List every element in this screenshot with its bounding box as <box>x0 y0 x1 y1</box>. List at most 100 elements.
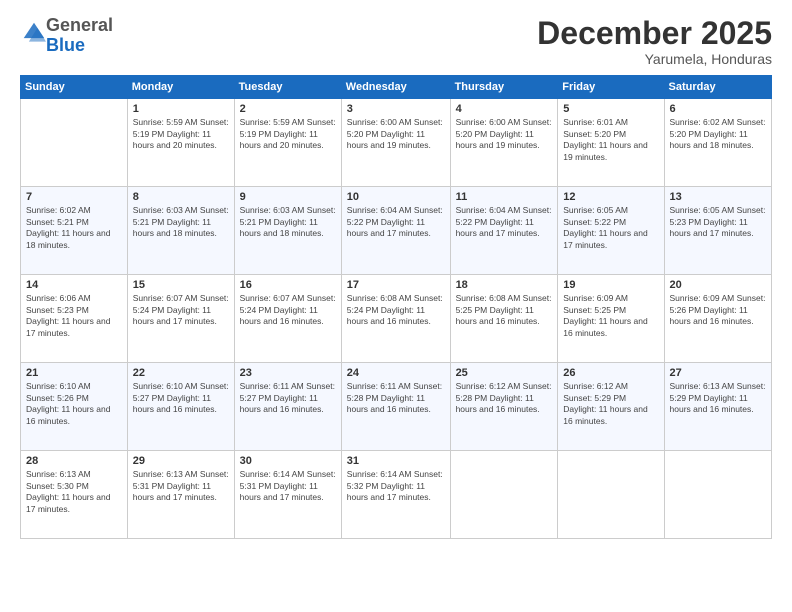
week-row-5: 28 Sunrise: 6:13 AM Sunset: 5:30 PM Dayli… <box>21 451 772 539</box>
day-number: 28 <box>26 455 122 467</box>
day-cell: 15 Sunrise: 6:07 AM Sunset: 5:24 PM Dayli… <box>127 275 234 363</box>
day-number: 29 <box>133 455 229 467</box>
weekday-header-wednesday: Wednesday <box>341 76 450 99</box>
week-row-2: 7 Sunrise: 6:02 AM Sunset: 5:21 PM Daylig… <box>21 187 772 275</box>
day-cell: 6Sunrise: 6:02 AM Sunset: 5:20 PM Daylig… <box>664 99 771 187</box>
day-cell: 12Sunrise: 6:05 AM Sunset: 5:22 PM Dayli… <box>558 187 664 275</box>
day-number: 30 <box>240 455 336 467</box>
day-cell: 30 Sunrise: 6:14 AM Sunset: 5:31 PM Dayli… <box>234 451 341 539</box>
day-cell: 1Sunrise: 5:59 AM Sunset: 5:19 PM Daylig… <box>127 99 234 187</box>
day-number: 14 <box>26 279 122 291</box>
day-cell: 9 Sunrise: 6:03 AM Sunset: 5:21 PM Daylig… <box>234 187 341 275</box>
day-info: Sunrise: 6:10 AM Sunset: 5:27 PM Dayligh… <box>133 381 229 415</box>
day-info: Sunrise: 6:11 AM Sunset: 5:28 PM Dayligh… <box>347 381 445 415</box>
day-cell <box>450 451 558 539</box>
logo-text: General Blue <box>46 16 113 56</box>
logo-icon <box>22 21 46 45</box>
day-number: 19 <box>563 279 658 291</box>
day-info: Sunrise: 6:09 AM Sunset: 5:26 PM Dayligh… <box>670 293 766 327</box>
day-cell <box>21 99 128 187</box>
day-cell: 26Sunrise: 6:12 AM Sunset: 5:29 PM Dayli… <box>558 363 664 451</box>
day-number: 18 <box>456 279 553 291</box>
day-info: Sunrise: 6:13 AM Sunset: 5:29 PM Dayligh… <box>670 381 766 415</box>
day-number: 16 <box>240 279 336 291</box>
day-number: 20 <box>670 279 766 291</box>
day-number: 26 <box>563 367 658 379</box>
day-cell: 18 Sunrise: 6:08 AM Sunset: 5:25 PM Dayli… <box>450 275 558 363</box>
day-info: Sunrise: 6:08 AM Sunset: 5:24 PM Dayligh… <box>347 293 445 327</box>
week-row-3: 14Sunrise: 6:06 AM Sunset: 5:23 PM Dayli… <box>21 275 772 363</box>
day-number: 2 <box>240 103 336 115</box>
day-number: 9 <box>240 191 336 203</box>
day-number: 27 <box>670 367 766 379</box>
day-info: Sunrise: 5:59 AM Sunset: 5:19 PM Dayligh… <box>133 117 229 151</box>
day-number: 3 <box>347 103 445 115</box>
day-cell: 16 Sunrise: 6:07 AM Sunset: 5:24 PM Dayli… <box>234 275 341 363</box>
day-info: Sunrise: 6:09 AM Sunset: 5:25 PM Dayligh… <box>563 293 658 339</box>
day-cell: 29Sunrise: 6:13 AM Sunset: 5:31 PM Dayli… <box>127 451 234 539</box>
day-info: Sunrise: 6:13 AM Sunset: 5:30 PM Dayligh… <box>26 469 122 515</box>
day-number: 24 <box>347 367 445 379</box>
day-number: 21 <box>26 367 122 379</box>
day-info: Sunrise: 6:14 AM Sunset: 5:31 PM Dayligh… <box>240 469 336 503</box>
day-cell: 24 Sunrise: 6:11 AM Sunset: 5:28 PM Dayli… <box>341 363 450 451</box>
day-info: Sunrise: 5:59 AM Sunset: 5:19 PM Dayligh… <box>240 117 336 151</box>
month-title: December 2025 <box>537 16 772 51</box>
day-info: Sunrise: 6:05 AM Sunset: 5:23 PM Dayligh… <box>670 205 766 239</box>
day-info: Sunrise: 6:04 AM Sunset: 5:22 PM Dayligh… <box>347 205 445 239</box>
weekday-header-monday: Monday <box>127 76 234 99</box>
day-info: Sunrise: 6:00 AM Sunset: 5:20 PM Dayligh… <box>347 117 445 151</box>
day-number: 22 <box>133 367 229 379</box>
day-info: Sunrise: 6:07 AM Sunset: 5:24 PM Dayligh… <box>240 293 336 327</box>
day-cell: 7 Sunrise: 6:02 AM Sunset: 5:21 PM Daylig… <box>21 187 128 275</box>
day-number: 17 <box>347 279 445 291</box>
title-block: December 2025 Yarumela, Honduras <box>537 16 772 67</box>
day-cell: 10 Sunrise: 6:04 AM Sunset: 5:22 PM Dayli… <box>341 187 450 275</box>
day-cell: 25Sunrise: 6:12 AM Sunset: 5:28 PM Dayli… <box>450 363 558 451</box>
day-cell: 31 Sunrise: 6:14 AM Sunset: 5:32 PM Dayli… <box>341 451 450 539</box>
day-info: Sunrise: 6:07 AM Sunset: 5:24 PM Dayligh… <box>133 293 229 327</box>
logo-blue: Blue <box>46 35 85 55</box>
week-row-4: 21 Sunrise: 6:10 AM Sunset: 5:26 PM Dayli… <box>21 363 772 451</box>
weekday-header-saturday: Saturday <box>664 76 771 99</box>
day-cell: 23Sunrise: 6:11 AM Sunset: 5:27 PM Dayli… <box>234 363 341 451</box>
weekday-header-sunday: Sunday <box>21 76 128 99</box>
day-cell: 17 Sunrise: 6:08 AM Sunset: 5:24 PM Dayli… <box>341 275 450 363</box>
calendar: SundayMondayTuesdayWednesdayThursdayFrid… <box>20 75 772 539</box>
day-info: Sunrise: 6:14 AM Sunset: 5:32 PM Dayligh… <box>347 469 445 503</box>
day-number: 4 <box>456 103 553 115</box>
day-info: Sunrise: 6:01 AM Sunset: 5:20 PM Dayligh… <box>563 117 658 163</box>
day-cell: 3 Sunrise: 6:00 AM Sunset: 5:20 PM Daylig… <box>341 99 450 187</box>
day-cell: 8 Sunrise: 6:03 AM Sunset: 5:21 PM Daylig… <box>127 187 234 275</box>
day-info: Sunrise: 6:11 AM Sunset: 5:27 PM Dayligh… <box>240 381 336 415</box>
day-info: Sunrise: 6:08 AM Sunset: 5:25 PM Dayligh… <box>456 293 553 327</box>
day-cell: 19 Sunrise: 6:09 AM Sunset: 5:25 PM Dayli… <box>558 275 664 363</box>
day-number: 15 <box>133 279 229 291</box>
day-cell: 20 Sunrise: 6:09 AM Sunset: 5:26 PM Dayli… <box>664 275 771 363</box>
day-info: Sunrise: 6:04 AM Sunset: 5:22 PM Dayligh… <box>456 205 553 239</box>
day-info: Sunrise: 6:00 AM Sunset: 5:20 PM Dayligh… <box>456 117 553 151</box>
day-number: 8 <box>133 191 229 203</box>
day-cell: 22 Sunrise: 6:10 AM Sunset: 5:27 PM Dayli… <box>127 363 234 451</box>
weekday-header-friday: Friday <box>558 76 664 99</box>
weekday-header-tuesday: Tuesday <box>234 76 341 99</box>
day-number: 31 <box>347 455 445 467</box>
day-cell: 13 Sunrise: 6:05 AM Sunset: 5:23 PM Dayli… <box>664 187 771 275</box>
logo: General Blue <box>20 16 113 56</box>
day-number: 7 <box>26 191 122 203</box>
day-info: Sunrise: 6:10 AM Sunset: 5:26 PM Dayligh… <box>26 381 122 427</box>
day-cell: 21 Sunrise: 6:10 AM Sunset: 5:26 PM Dayli… <box>21 363 128 451</box>
day-cell: 4 Sunrise: 6:00 AM Sunset: 5:20 PM Daylig… <box>450 99 558 187</box>
day-info: Sunrise: 6:02 AM Sunset: 5:21 PM Dayligh… <box>26 205 122 251</box>
day-cell: 11Sunrise: 6:04 AM Sunset: 5:22 PM Dayli… <box>450 187 558 275</box>
day-cell: 14Sunrise: 6:06 AM Sunset: 5:23 PM Dayli… <box>21 275 128 363</box>
day-cell <box>558 451 664 539</box>
day-cell: 2 Sunrise: 5:59 AM Sunset: 5:19 PM Daylig… <box>234 99 341 187</box>
day-info: Sunrise: 6:02 AM Sunset: 5:20 PM Dayligh… <box>670 117 766 151</box>
day-number: 13 <box>670 191 766 203</box>
day-info: Sunrise: 6:03 AM Sunset: 5:21 PM Dayligh… <box>133 205 229 239</box>
location: Yarumela, Honduras <box>537 51 772 67</box>
day-number: 10 <box>347 191 445 203</box>
weekday-header-row: SundayMondayTuesdayWednesdayThursdayFrid… <box>21 76 772 99</box>
day-info: Sunrise: 6:03 AM Sunset: 5:21 PM Dayligh… <box>240 205 336 239</box>
